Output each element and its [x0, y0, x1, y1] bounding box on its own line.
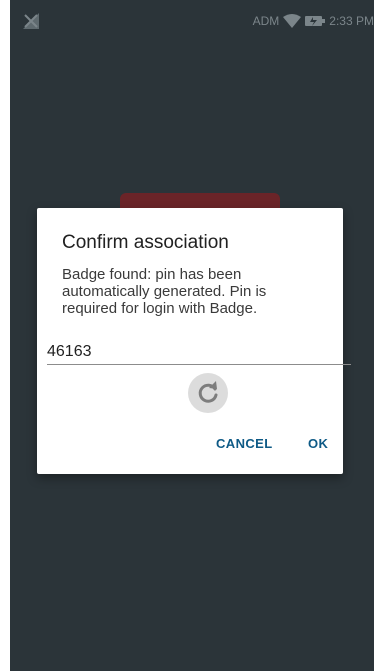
carrier-label: ADM: [252, 14, 280, 28]
refresh-pin-button[interactable]: [188, 373, 228, 413]
phone-screen: ADM 2:33 PM Confirm association Badge fo…: [10, 0, 374, 671]
ok-button[interactable]: OK: [308, 436, 328, 451]
status-right: ADM 2:33 PM: [253, 14, 374, 28]
dialog-message: Badge found: pin has been automatically …: [62, 266, 267, 317]
pin-input[interactable]: [47, 339, 351, 365]
battery-icon: [305, 16, 326, 26]
wifi-icon: [283, 14, 302, 28]
no-signal-icon: [23, 13, 39, 29]
confirm-association-dialog: Confirm association Badge found: pin has…: [37, 208, 351, 474]
refresh-icon: [198, 381, 218, 403]
status-time: 2:33 PM: [329, 14, 374, 28]
status-bar: ADM 2:33 PM: [10, 0, 374, 44]
dialog-title: Confirm association: [62, 232, 229, 253]
cancel-button[interactable]: CANCEL: [216, 436, 273, 451]
